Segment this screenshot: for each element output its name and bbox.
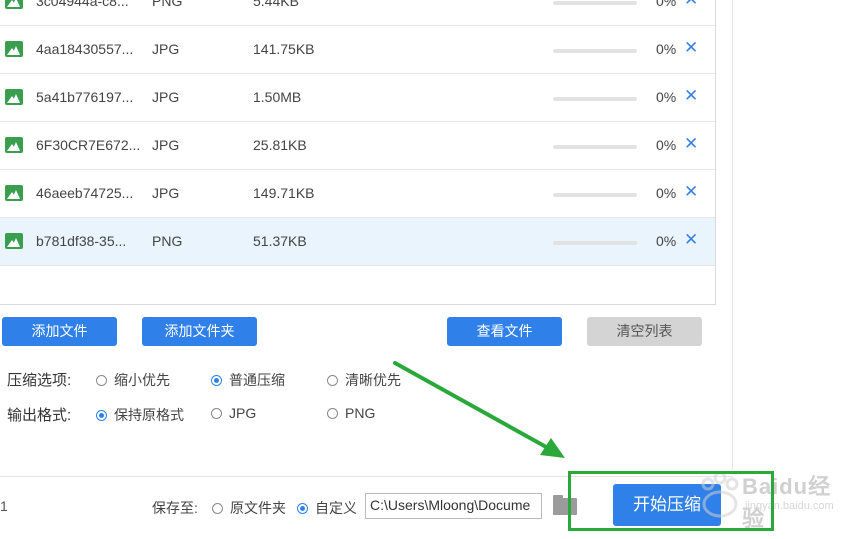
file-row[interactable]: 46aeeb74725... JPG 149.71KB 0% ✕ — [0, 170, 715, 218]
compressor-window: 3c04944a-c8...PNG5.44KB0%✕4aa18430557...… — [0, 0, 849, 539]
radio-label: 普通压缩 — [229, 372, 285, 388]
image-file-icon — [5, 137, 23, 153]
radio-format-jpg[interactable]: JPG — [211, 405, 256, 421]
file-row[interactable]: 6F30CR7E672... JPG 25.81KB 0% ✕ — [0, 122, 715, 170]
radio-dot — [327, 374, 338, 386]
progress-percent: 0% — [656, 89, 677, 105]
progress-percent: 0% — [656, 0, 677, 9]
file-name: 5a41b776197... — [36, 89, 134, 105]
file-size: 5.44KB — [253, 0, 299, 9]
file-row[interactable]: 3c04944a-c8... PNG 5.44KB 0% ✕ — [0, 0, 715, 26]
file-size: 25.81KB — [253, 137, 307, 153]
compress-options-label: 压缩选项: — [7, 372, 72, 389]
radio-dot — [212, 502, 223, 514]
image-file-icon — [5, 41, 23, 57]
radio-dot — [96, 409, 107, 421]
remove-file-icon[interactable]: ✕ — [684, 134, 698, 154]
file-name: 4aa18430557... — [36, 41, 134, 57]
radio-label: 缩小优先 — [114, 372, 170, 388]
radio-save-custom[interactable]: 自定义 — [297, 498, 357, 518]
progress-bar — [553, 193, 637, 197]
progress-percent: 0% — [656, 233, 677, 249]
list-divider — [715, 0, 716, 305]
progress-percent: 0% — [656, 185, 677, 201]
file-row[interactable]: 4aa18430557... JPG 141.75KB 0% ✕ — [0, 26, 715, 74]
progress-bar — [553, 241, 637, 245]
remove-file-icon[interactable]: ✕ — [684, 86, 698, 106]
radio-label: 清晰优先 — [345, 372, 401, 388]
file-type: JPG — [152, 137, 180, 153]
file-name: 46aeeb74725... — [36, 185, 134, 201]
save-path-input[interactable]: C:\Users\Mloong\Docume — [365, 493, 542, 519]
window-edge — [732, 0, 733, 470]
file-size: 149.71KB — [253, 185, 315, 201]
image-file-icon — [5, 185, 23, 201]
remove-file-icon[interactable]: ✕ — [684, 230, 698, 250]
radio-label: 保持原格式 — [114, 407, 184, 423]
remove-file-icon[interactable]: ✕ — [684, 182, 698, 202]
file-type: PNG — [152, 233, 183, 249]
file-row[interactable]: 5a41b776197... JPG 1.50MB 0% ✕ — [0, 74, 715, 122]
image-file-icon — [5, 233, 23, 249]
file-type: JPG — [152, 89, 180, 105]
file-type: PNG — [152, 0, 183, 9]
save-to-label: 保存至: — [152, 500, 198, 516]
remove-file-icon[interactable]: ✕ — [684, 0, 698, 10]
file-size: 51.37KB — [253, 233, 307, 249]
progress-bar — [553, 145, 637, 149]
output-format-label: 输出格式: — [7, 407, 72, 424]
annotation-highlight-box — [568, 471, 774, 531]
add-folder-button[interactable]: 添加文件夹 — [142, 317, 257, 346]
radio-dot — [96, 374, 107, 386]
progress-bar — [553, 97, 637, 101]
radio-compress-normal[interactable]: 普通压缩 — [211, 370, 285, 390]
radio-label: PNG — [345, 405, 376, 421]
progress-percent: 0% — [656, 137, 677, 153]
remove-file-icon[interactable]: ✕ — [684, 38, 698, 58]
file-name: 3c04944a-c8... — [36, 0, 129, 9]
radio-save-original-folder[interactable]: 原文件夹 — [212, 498, 286, 518]
progress-bar — [553, 49, 637, 53]
radio-format-png[interactable]: PNG — [327, 405, 375, 421]
file-size: 141.75KB — [253, 41, 315, 57]
file-name: 6F30CR7E672... — [36, 137, 141, 153]
radio-label: JPG — [229, 405, 257, 421]
radio-dot — [297, 502, 308, 514]
radio-compress-smaller[interactable]: 缩小优先 — [96, 370, 170, 390]
radio-dot — [211, 374, 222, 386]
add-file-button[interactable]: 添加文件 — [2, 317, 117, 346]
radio-dot — [211, 407, 222, 419]
radio-label: 原文件夹 — [230, 500, 286, 516]
radio-dot — [327, 407, 338, 419]
radio-compress-clarity[interactable]: 清晰优先 — [327, 370, 401, 390]
progress-bar — [553, 1, 637, 5]
radio-format-keep[interactable]: 保持原格式 — [96, 405, 184, 425]
radio-label: 自定义 — [315, 500, 357, 516]
progress-percent: 0% — [656, 41, 677, 57]
file-size: 1.50MB — [253, 89, 302, 105]
file-name: b781df38-35... — [36, 233, 127, 249]
file-type: JPG — [152, 185, 180, 201]
clear-list-button[interactable]: 清空列表 — [587, 317, 702, 346]
file-row[interactable]: b781df38-35... PNG 51.37KB 0% ✕ — [0, 218, 715, 266]
view-files-button[interactable]: 查看文件 — [447, 317, 562, 346]
image-file-icon — [5, 0, 23, 9]
file-list: 3c04944a-c8...PNG5.44KB0%✕4aa18430557...… — [0, 0, 715, 305]
file-count: 1 — [0, 498, 8, 514]
image-file-icon — [5, 89, 23, 105]
file-type: JPG — [152, 41, 180, 57]
